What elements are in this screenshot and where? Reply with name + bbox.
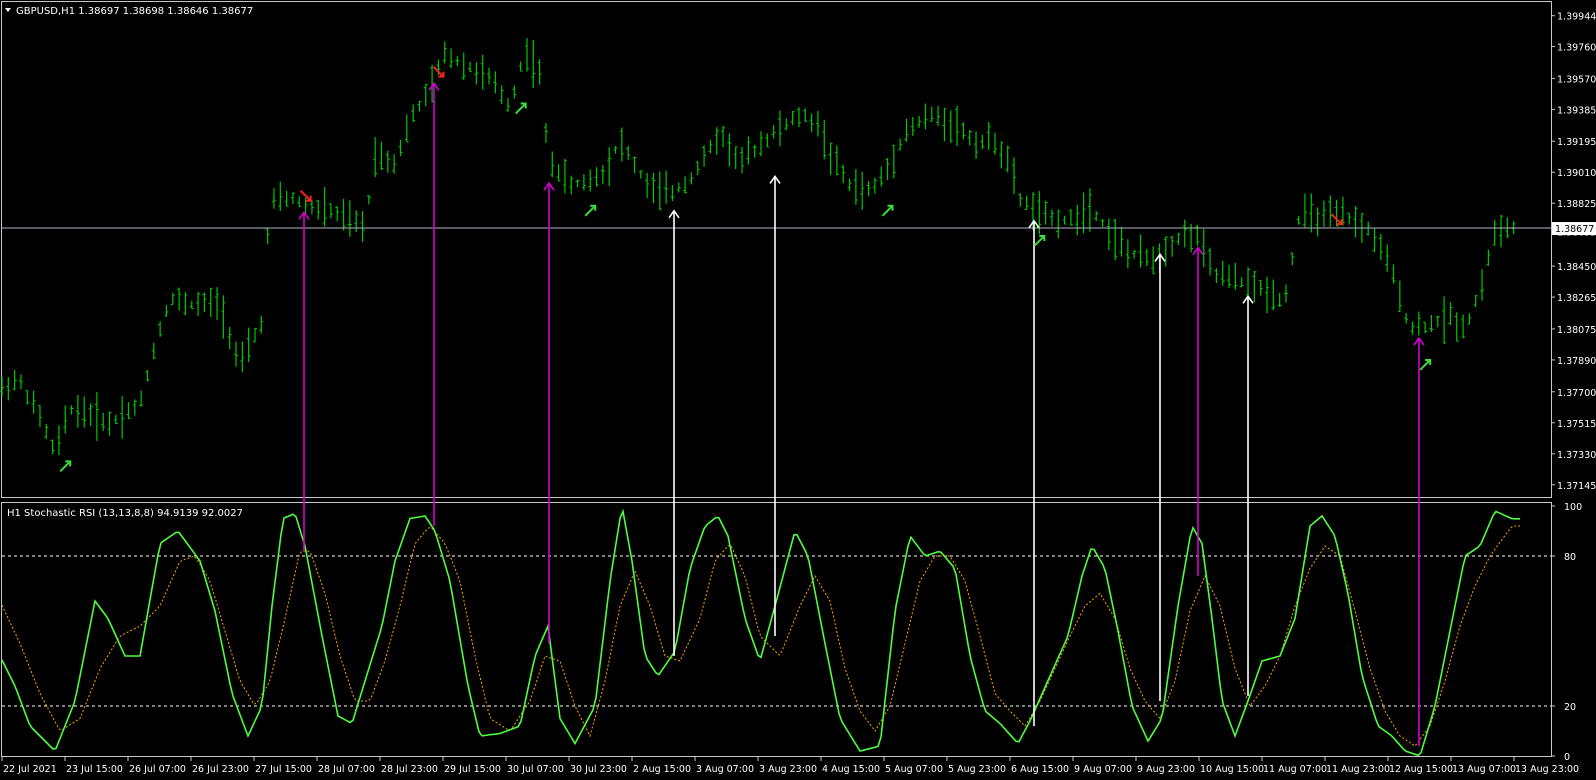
- price-tick-label: 1.39010: [1557, 168, 1596, 179]
- time-tick-label: 27 Jul 15:00: [255, 764, 312, 775]
- time-tick-label: 6 Aug 15:00: [1011, 764, 1069, 775]
- time-tick-label: 26 Jul 07:00: [129, 764, 186, 775]
- price-tick-label: 1.37145: [1557, 481, 1596, 492]
- time-tick-label: 26 Jul 23:00: [192, 764, 249, 775]
- time-tick-label: 5 Aug 07:00: [885, 764, 943, 775]
- price-tick-label: 1.37890: [1557, 356, 1596, 367]
- time-tick-label: 3 Aug 07:00: [696, 764, 754, 775]
- time-tick-label: 2 Aug 15:00: [633, 764, 691, 775]
- price-tick-label: 1.38825: [1557, 199, 1596, 210]
- chart-background: [0, 0, 1596, 780]
- time-tick-label: 13 Aug 07:00: [1452, 764, 1516, 775]
- price-tick-label: 1.37515: [1557, 419, 1596, 430]
- time-tick-label: 28 Jul 23:00: [381, 764, 438, 775]
- symbol-header: GBPUSD,H1 1.38697 1.38698 1.38646 1.3867…: [16, 6, 253, 17]
- time-tick-label: 10 Aug 15:00: [1200, 764, 1264, 775]
- time-tick-label: 4 Aug 15:00: [822, 764, 880, 775]
- indicator-header: H1 Stochastic RSI (13,13,8,8) 94.9139 92…: [7, 508, 243, 519]
- time-tick-label: 13 Aug 23:00: [1515, 764, 1579, 775]
- price-tick-label: 1.37700: [1557, 388, 1596, 399]
- time-tick-label: 11 Aug 23:00: [1326, 764, 1390, 775]
- price-tick-label: 1.37330: [1557, 450, 1596, 461]
- stoch-tick-label: 20: [1564, 702, 1576, 713]
- time-tick-label: 5 Aug 23:00: [948, 764, 1006, 775]
- stoch-tick-label: 100: [1564, 502, 1582, 513]
- price-tick-label: 1.38075: [1557, 325, 1596, 336]
- time-tick-label: 12 Aug 15:00: [1389, 764, 1453, 775]
- stoch-tick-label: 0: [1564, 752, 1570, 763]
- price-tick-label: 1.39195: [1557, 137, 1596, 148]
- time-tick-label: 30 Jul 23:00: [570, 764, 627, 775]
- price-tick-label: 1.38450: [1557, 262, 1596, 273]
- price-tick-label: 1.38265: [1557, 293, 1596, 304]
- price-tick-label: 1.39944: [1557, 12, 1596, 23]
- time-tick-label: 3 Aug 23:00: [759, 764, 817, 775]
- time-tick-label: 30 Jul 07:00: [507, 764, 564, 775]
- time-tick-label: 22 Jul 2021: [3, 764, 57, 775]
- trading-chart[interactable]: 1.39944 1.39760 1.39570 1.39385 1.39195 1.390…: [0, 0, 1596, 780]
- price-tick-label: 1.39760: [1557, 43, 1596, 54]
- time-tick-label: 23 Jul 15:00: [66, 764, 123, 775]
- stoch-tick-label: 80: [1564, 552, 1576, 563]
- price-tick-label: 1.39570: [1557, 74, 1596, 85]
- current-price-label: 1.38677: [1555, 224, 1594, 235]
- time-tick-label: 28 Jul 07:00: [318, 764, 375, 775]
- time-tick-label: 9 Aug 07:00: [1074, 764, 1132, 775]
- time-tick-label: 9 Aug 23:00: [1137, 764, 1195, 775]
- time-tick-label: 11 Aug 07:00: [1263, 764, 1327, 775]
- time-tick-label: 29 Jul 15:00: [444, 764, 501, 775]
- price-tick-label: 1.39385: [1557, 105, 1596, 116]
